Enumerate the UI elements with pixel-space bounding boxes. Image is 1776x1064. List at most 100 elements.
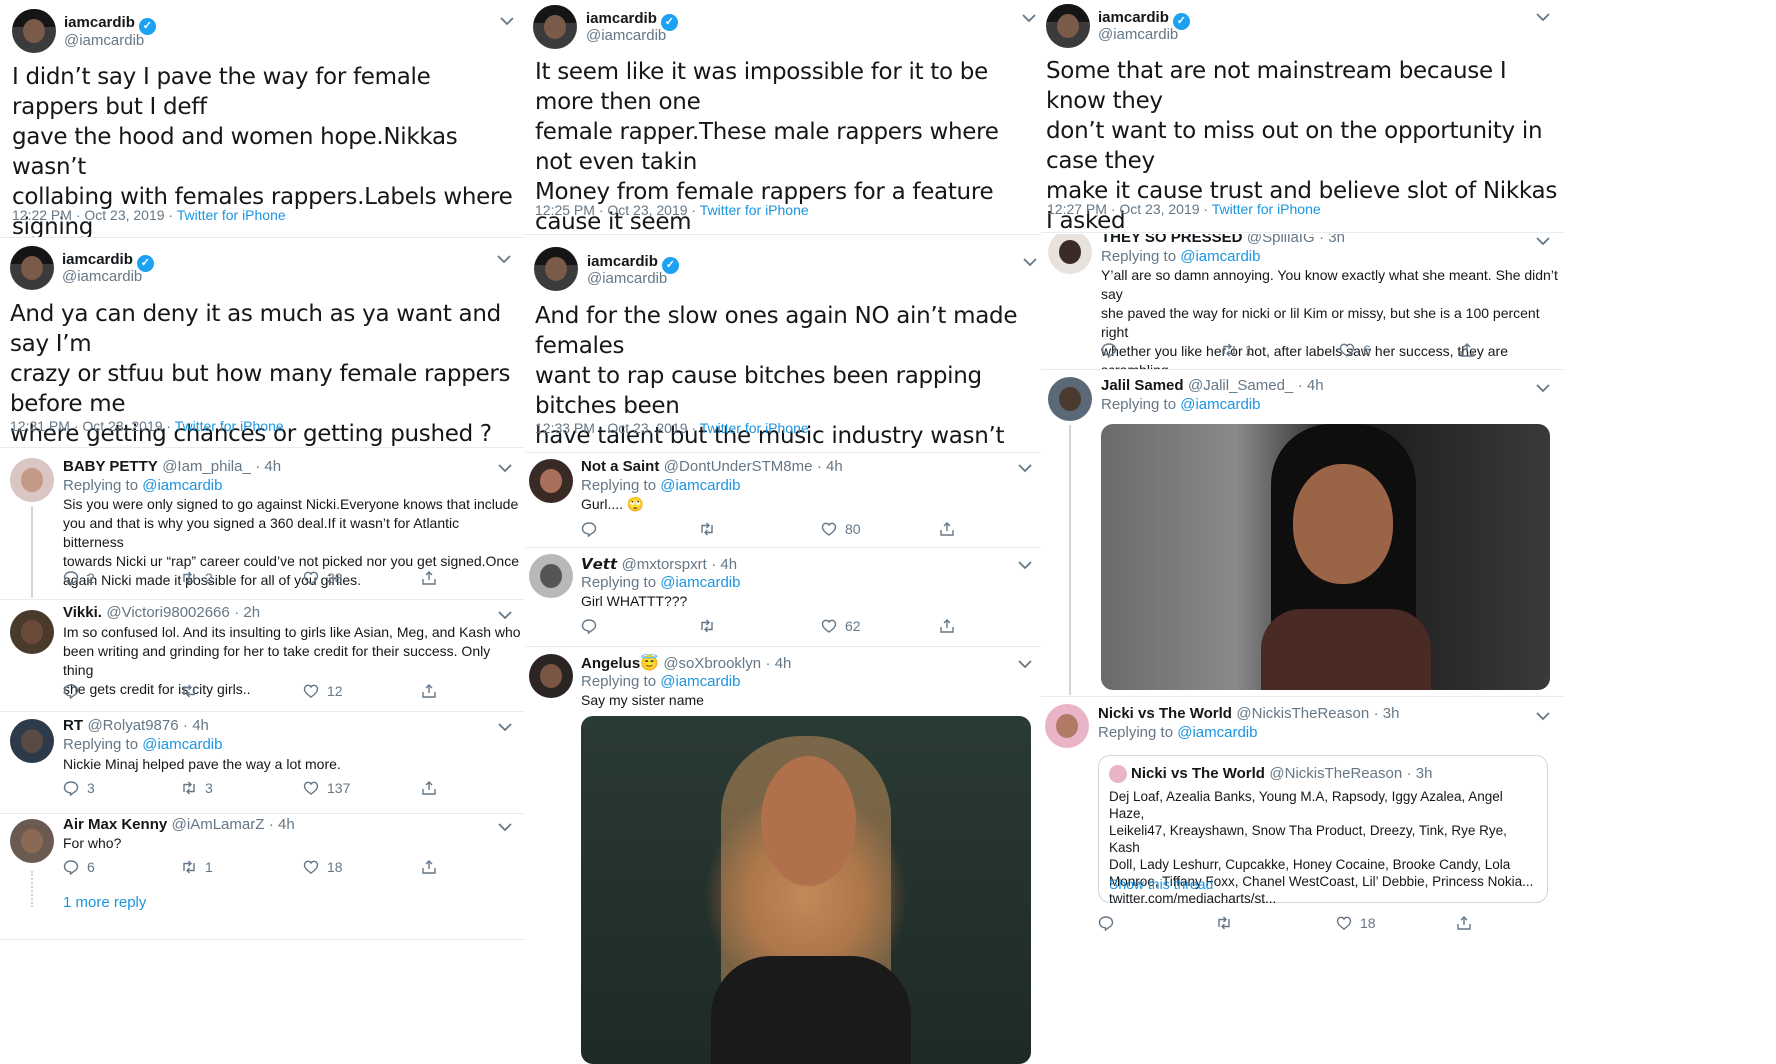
replying-to-link[interactable]: @iamcardib (1180, 248, 1260, 265)
reply-age[interactable]: · 4h (817, 458, 843, 475)
tweet-source-link[interactable]: Twitter for iPhone (1212, 201, 1321, 217)
avatar[interactable] (533, 5, 577, 49)
show-thread-link[interactable]: Show this thread (1109, 876, 1213, 892)
share-button[interactable] (939, 618, 963, 634)
avatar[interactable] (529, 654, 573, 698)
retweet-button[interactable]: 1 (1221, 342, 1253, 358)
share-button[interactable] (421, 780, 445, 796)
reply-age[interactable]: · 4h (711, 556, 737, 573)
avatar[interactable] (12, 9, 56, 53)
reply-author-handle[interactable]: @iAmLamarZ (172, 816, 265, 833)
reply-button[interactable]: 6 (63, 859, 95, 876)
reply-author-name[interactable]: Vikki. (63, 604, 102, 621)
chevron-down-icon[interactable] (497, 820, 515, 834)
avatar[interactable] (534, 247, 578, 291)
tweet-timestamp[interactable]: 12:27 PM · Oct 23, 2019 · (1047, 201, 1212, 217)
tweet-timestamp[interactable]: 12:25 PM · Oct 23, 2019 · (535, 202, 700, 218)
reply-author-handle[interactable]: @Rolyat9876 (87, 717, 178, 734)
share-button[interactable] (1456, 915, 1480, 931)
replying-to-link[interactable]: @iamcardib (660, 673, 740, 690)
like-button[interactable]: 6 (1339, 342, 1371, 358)
retweet-button[interactable]: 3 (181, 780, 213, 796)
avatar[interactable] (1045, 704, 1089, 748)
retweet-button[interactable] (699, 618, 723, 634)
reply-author-name[interactable]: Air Max Kenny (63, 816, 167, 833)
replying-to-link[interactable]: @iamcardib (1180, 396, 1260, 413)
quoted-age[interactable]: · 3h (1407, 765, 1433, 782)
tweet-source-link[interactable]: Twitter for iPhone (700, 420, 809, 436)
avatar[interactable] (10, 246, 54, 290)
chevron-down-icon[interactable] (1535, 709, 1553, 723)
author-handle[interactable]: @iamcardib (64, 32, 144, 49)
gif-media[interactable] (1101, 424, 1550, 690)
show-more-replies-link[interactable]: 1 more reply (63, 894, 146, 911)
reply-author-name[interactable]: 𝙑𝙚𝙩𝙩 (581, 556, 617, 573)
reply-author-name[interactable]: BABY PETTY (63, 458, 158, 475)
reply-author-handle[interactable]: @Jalil_Samed_ (1188, 377, 1293, 394)
avatar[interactable] (10, 819, 54, 863)
reply-button[interactable] (63, 683, 87, 700)
chevron-down-icon[interactable] (1017, 657, 1035, 671)
replying-to-link[interactable]: @iamcardib (660, 574, 740, 591)
reply-button[interactable] (1098, 915, 1122, 932)
avatar[interactable] (10, 610, 54, 654)
replying-to-link[interactable]: @iamcardib (1177, 724, 1257, 741)
like-button[interactable]: 62 (821, 618, 861, 634)
reply-author-handle[interactable]: @Victori98002666 (106, 604, 229, 621)
retweet-button[interactable] (181, 683, 205, 699)
share-button[interactable] (421, 683, 445, 699)
reply-author-name[interactable]: THEY SO PRESSED (1101, 234, 1242, 246)
reply-author-name[interactable]: Angelus😇 (581, 655, 659, 672)
reply-age[interactable]: · 3h (1374, 705, 1400, 722)
reply-button[interactable]: 3 (63, 780, 95, 797)
reply-author-name[interactable]: Nicki vs The World (1098, 705, 1232, 722)
like-button[interactable]: 80 (821, 521, 861, 537)
chevron-down-icon[interactable] (496, 252, 514, 266)
reply-button[interactable] (581, 618, 605, 635)
gif-media[interactable] (581, 716, 1031, 1064)
tweet-source-link[interactable]: Twitter for iPhone (177, 207, 286, 223)
chevron-down-icon[interactable] (1021, 11, 1039, 25)
author-handle[interactable]: @iamcardib (587, 270, 667, 287)
reply-author-name[interactable]: Not a Saint (581, 458, 659, 475)
chevron-down-icon[interactable] (1022, 255, 1040, 269)
avatar[interactable] (529, 554, 573, 598)
like-button[interactable]: 38 (303, 570, 343, 586)
replying-to-link[interactable]: @iamcardib (660, 477, 740, 494)
quoted-tweet[interactable]: Nicki vs The World @NickisTheReason · 3h… (1098, 755, 1548, 906)
tweet-timestamp[interactable]: 12:22 PM · Oct 23, 2019 · (12, 207, 177, 223)
chevron-down-icon[interactable] (1017, 461, 1035, 475)
share-button[interactable] (939, 521, 963, 537)
reply-age[interactable]: · 4h (269, 816, 295, 833)
like-button[interactable]: 18 (303, 859, 343, 875)
chevron-down-icon[interactable] (497, 461, 515, 475)
reply-age[interactable]: · 4h (766, 655, 792, 672)
reply-author-handle[interactable]: @NickisTheReason (1236, 705, 1369, 722)
author-handle[interactable]: @iamcardib (62, 268, 142, 285)
reply-author-name[interactable]: RT (63, 717, 83, 734)
like-button[interactable]: 137 (303, 780, 350, 796)
chevron-down-icon[interactable] (499, 14, 517, 28)
share-button[interactable] (421, 859, 445, 875)
quoted-author-name[interactable]: Nicki vs The World (1131, 765, 1265, 782)
reply-button[interactable] (581, 521, 605, 538)
chevron-down-icon[interactable] (1017, 558, 1035, 572)
reply-button[interactable]: 2 (63, 570, 95, 587)
retweet-button[interactable]: 1 (181, 859, 213, 875)
quoted-author-handle[interactable]: @NickisTheReason (1269, 765, 1402, 782)
share-button[interactable] (1459, 342, 1483, 358)
tweet-source-link[interactable]: Twitter for iPhone (700, 202, 809, 218)
author-handle[interactable]: @iamcardib (1098, 26, 1178, 43)
reply-author-handle[interactable]: @Iam_phila_ (162, 458, 251, 475)
tweet-timestamp[interactable]: 12:33 PM · Oct 23, 2019 · (535, 420, 700, 436)
retweet-button[interactable] (699, 521, 723, 537)
avatar[interactable] (1048, 377, 1092, 421)
reply-age[interactable]: · 4h (183, 717, 209, 734)
reply-author-handle[interactable]: @mxtorspxrt (622, 556, 707, 573)
chevron-down-icon[interactable] (497, 608, 515, 622)
chevron-down-icon[interactable] (1535, 381, 1553, 395)
reply-author-name[interactable]: Jalil Samed (1101, 377, 1184, 394)
replying-to-link[interactable]: @iamcardib (142, 736, 222, 753)
avatar[interactable] (10, 719, 54, 763)
replying-to-link[interactable]: @iamcardib (142, 477, 222, 494)
